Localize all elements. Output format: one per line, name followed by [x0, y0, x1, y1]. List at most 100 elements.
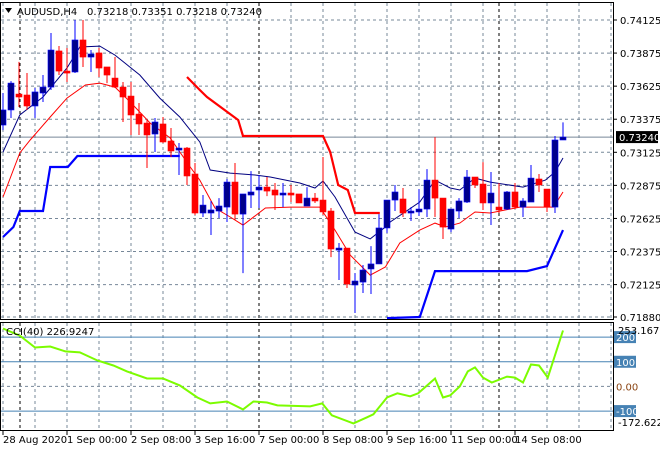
candle-bull [455, 200, 463, 212]
channel-lower-1-line [2, 154, 180, 238]
cci-panel-border [0, 322, 614, 431]
price-tick-label: 0.74125 [620, 16, 660, 27]
cci-series [2, 327, 564, 425]
time-tick-label: 11 Sep 00:00 [451, 435, 518, 446]
candle-bull [31, 91, 39, 107]
candle-bear [159, 123, 167, 143]
triangle-down-icon[interactable] [5, 8, 12, 13]
time-tick-label: 8 Sep 08:00 [323, 435, 383, 446]
candle-bear [23, 94, 31, 107]
candle-bull [551, 139, 559, 208]
candle-bull [463, 176, 471, 203]
candle-bear [15, 93, 23, 98]
candle-bear [183, 147, 191, 177]
candle-bull [223, 181, 231, 208]
candle-bear [535, 178, 543, 186]
candle-bear [271, 189, 279, 196]
candle-bear [119, 86, 127, 98]
candle-bear [167, 140, 175, 152]
candle-bear [511, 191, 519, 208]
candle-bear [103, 66, 111, 76]
candle-bull [519, 200, 527, 208]
candle-bear [79, 39, 87, 58]
ohlc-label: 0.73218 0.73351 0.73218 0.73240 [87, 7, 262, 18]
candle-bull [359, 269, 367, 283]
candle-bear [135, 113, 143, 125]
candle-bull [239, 193, 247, 215]
candle-bear [111, 77, 119, 88]
candle-bull [303, 197, 311, 207]
candle-bear [343, 247, 351, 285]
candle-bull [407, 210, 415, 214]
price-tick-label: 0.72875 [620, 181, 660, 192]
candle-bear [311, 197, 319, 202]
time-axis: 28 Aug 2020 1 Sep 00:00 2 Sep 08:00 3 Sep 1… [2, 431, 582, 446]
candle-bear [471, 176, 479, 186]
candle-bull [423, 179, 431, 210]
cci-level-label: 100 [616, 358, 635, 369]
candle-bear [319, 199, 327, 213]
candle-bear [95, 52, 103, 69]
candle-bull [335, 247, 343, 251]
candle-bull [351, 280, 359, 286]
cci-min-label: -172.6224 [618, 418, 660, 429]
chart-window[interactable]: 0.74125 0.73875 0.73625 0.73375 0.73125 0.728… [0, 0, 660, 450]
time-tick-label: 1 Sep 00:00 [67, 435, 127, 446]
candle-bull [487, 192, 495, 204]
candle-bear [143, 122, 151, 136]
candle-bear [431, 179, 439, 199]
price-tick-label: 0.72375 [620, 248, 660, 259]
cci-levels [1, 336, 613, 412]
price-tick-label: 0.73625 [620, 82, 660, 93]
candle-bear [495, 206, 503, 211]
candle-bear [127, 95, 135, 116]
candle-bear [479, 183, 487, 204]
chart-header: AUDUSD,H4 0.73218 0.73351 0.73218 0.7324… [5, 7, 262, 18]
price-tick-label: 0.71880 [620, 313, 660, 324]
time-tick-label: 14 Sep 08:00 [515, 435, 582, 446]
time-tick-label: 3 Sep 16:00 [195, 435, 255, 446]
candle-bull [215, 205, 223, 212]
candle-bull [199, 204, 207, 214]
candle-bull [255, 186, 263, 191]
candle-bear [263, 186, 271, 192]
candle-bear [231, 181, 239, 215]
price-tick-label: 0.72125 [620, 281, 660, 292]
indicator-lines [2, 45, 565, 320]
price-tick-label: 0.73125 [620, 148, 660, 159]
candle-bull [71, 39, 79, 73]
candle-bull [247, 191, 255, 196]
candle-bull [447, 208, 455, 230]
grid [1, 3, 613, 430]
candle-bull [7, 82, 15, 111]
candle-bull [87, 53, 95, 58]
candle-bull [207, 209, 215, 214]
candle-bear [191, 173, 199, 214]
current-price-label: 0.73240 [619, 133, 660, 144]
cci-level-label: 0.00 [616, 382, 638, 393]
candle-bull [39, 86, 47, 94]
price-axis: 0.74125 0.73875 0.73625 0.73375 0.73125 0.728… [613, 16, 660, 429]
time-tick-label: 2 Sep 08:00 [131, 435, 191, 446]
price-tick-label: 0.73875 [620, 49, 660, 60]
candle-bear [543, 188, 551, 208]
time-tick-label: 7 Sep 00:00 [259, 435, 319, 446]
candle-bear [327, 210, 335, 250]
cci-level-label: -100 [616, 407, 639, 418]
candle-bear [63, 70, 71, 74]
time-tick-label: 28 Aug 2020 [3, 435, 67, 446]
channel-lower-2-line [386, 229, 565, 320]
cci-line [2, 327, 564, 425]
candle-bull [415, 208, 423, 213]
candle-bull [559, 136, 567, 141]
candle-bear [439, 197, 447, 228]
time-tick-label: 9 Sep 16:00 [387, 435, 447, 446]
candle-bull [391, 191, 399, 201]
ma-fast-line [2, 45, 564, 240]
candle-bull [527, 177, 535, 203]
candle-bull [175, 147, 183, 151]
candle-bull [367, 263, 375, 270]
symbol-label: AUDUSD,H4 [17, 7, 77, 18]
candle-bull [151, 121, 159, 135]
price-tick-label: 0.73375 [620, 115, 660, 126]
